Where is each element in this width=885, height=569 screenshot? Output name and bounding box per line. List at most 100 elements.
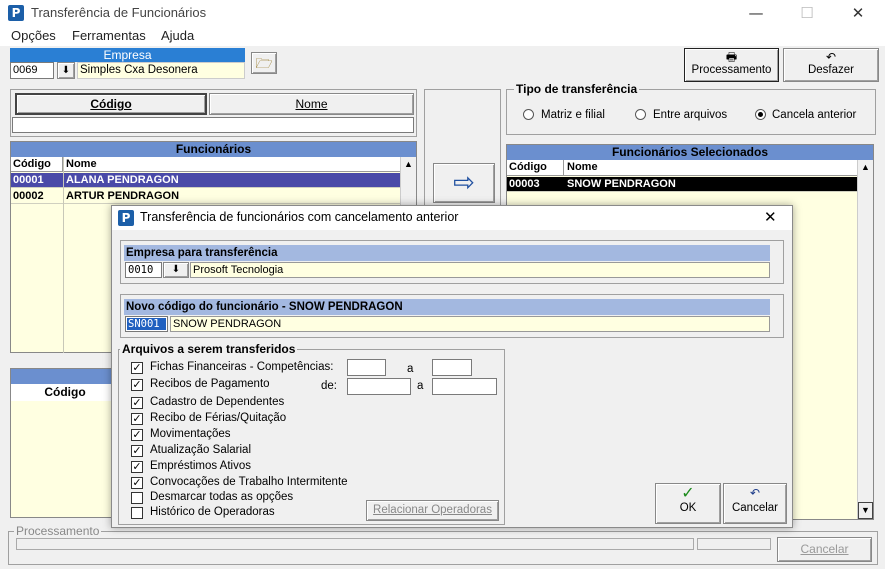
processamento-cancel-label: Cancelar (800, 542, 849, 556)
app-logo-icon: P (8, 5, 24, 21)
desfazer-button[interactable]: ↶ Desfazer (783, 48, 879, 82)
dialog-logo-icon: P (118, 210, 134, 226)
table-row[interactable]: 00003 SNOW PENDRAGON (507, 177, 857, 192)
relacionar-operadoras-button[interactable]: Relacionar Operadoras (366, 500, 499, 521)
row-nome: SNOW PENDRAGON (567, 178, 676, 190)
processamento-title: Processamento (14, 524, 102, 538)
empresa-name-field: Simples Cxa Desonera (77, 62, 245, 79)
tab-codigo[interactable]: Código (15, 93, 207, 115)
checkbox-movimentacoes[interactable]: ✓ (131, 429, 143, 441)
row-codigo: 00003 (509, 178, 540, 190)
novo-codigo-input[interactable]: SN001 (125, 316, 168, 332)
checkbox-movimentacoes-label: Movimentações (150, 428, 231, 440)
tab-nome[interactable]: Nome (209, 93, 414, 115)
novo-codigo-name: SNOW PENDRAGON (170, 316, 770, 332)
desfazer-label: Desfazer (807, 64, 855, 76)
print-gear-icon: 🖶 (725, 50, 738, 64)
cancelar-label: Cancelar (731, 502, 779, 514)
empresa-transfer-header: Empresa para transferência (124, 245, 770, 261)
ok-button[interactable]: ✓ OK (655, 483, 721, 524)
scroll-down-icon[interactable]: ▼ (858, 502, 873, 519)
checkbox-convocacoes-label: Convocações de Trabalho Intermitente (150, 476, 348, 488)
empresa-code-input[interactable]: 0069 (10, 62, 54, 79)
lower-grid: Código (10, 368, 120, 518)
menu-ferramentas[interactable]: Ferramentas (72, 28, 146, 43)
tab-codigo-label: Código (90, 97, 132, 111)
maximize-button[interactable]: ☐ (784, 0, 830, 26)
relacionar-operadoras-label: Relacionar Operadoras (373, 504, 492, 516)
checkbox-dependentes-label: Cadastro de Dependentes (150, 396, 285, 408)
checkbox-desmarcar-label: Desmarcar todas as opções (150, 491, 294, 503)
radio-matriz-filial-label: Matriz e filial (541, 109, 605, 121)
lookup-arrow-icon[interactable]: ⬇ (163, 262, 189, 278)
open-folder-button[interactable]: 🗁 (251, 52, 277, 74)
empresa-label: Empresa (10, 48, 245, 62)
checkbox-historico[interactable] (131, 507, 143, 519)
checkbox-fichas-label: Fichas Financeiras - Competências: (150, 361, 334, 373)
sel-col-codigo-header: Código (507, 160, 564, 175)
title-bar: P Transferência de Funcionários — ☐ ✕ (0, 0, 885, 26)
selecionados-title: Funcionários Selecionados (507, 145, 873, 160)
scroll-up-icon[interactable]: ▲ (858, 160, 873, 175)
processamento-cancel-button[interactable]: Cancelar (777, 537, 872, 562)
competencia-from-input[interactable] (347, 359, 386, 376)
tab-nome-label: Nome (295, 97, 328, 111)
checkbox-atualizacao-label: Atualização Salarial (150, 444, 252, 456)
checkbox-ferias[interactable]: ✓ (131, 413, 143, 425)
empresa-transfer-code-input[interactable]: 0010 (125, 262, 162, 278)
checkbox-recibos-label: Recibos de Pagamento (150, 378, 270, 390)
menu-ajuda[interactable]: Ajuda (161, 28, 194, 43)
table-row[interactable]: 00001 ALANA PENDRAGON (11, 173, 400, 188)
undo-icon: ↶ (825, 50, 837, 64)
dialog-close-button[interactable]: ✕ (764, 208, 777, 226)
column-divider (63, 157, 64, 353)
radio-entre-arquivos[interactable] (635, 109, 646, 120)
checkbox-convocacoes[interactable]: ✓ (131, 477, 143, 489)
close-button[interactable]: ✕ (835, 0, 881, 26)
cancelamento-dialog: P Transferência de funcionários com canc… (111, 205, 793, 528)
menu-opcoes[interactable]: Opções (11, 28, 56, 43)
cancelar-button[interactable]: ↶ Cancelar (723, 483, 787, 524)
recibos-to-input[interactable] (432, 378, 497, 395)
checkbox-emprestimos[interactable]: ✓ (131, 461, 143, 473)
checkbox-dependentes[interactable]: ✓ (131, 397, 143, 409)
selecionados-header: Código Nome (507, 160, 857, 176)
search-input[interactable] (12, 117, 414, 133)
recibos-a-label: a (417, 380, 424, 392)
row-codigo: 00002 (13, 190, 44, 202)
checkbox-ferias-label: Recibo de Férias/Quitação (150, 412, 287, 424)
sel-col-nome-header: Nome (567, 161, 598, 173)
dialog-title-bar: P Transferência de funcionários com canc… (112, 206, 792, 230)
col-nome-header: Nome (66, 158, 97, 170)
row-nome: ARTUR PENDRAGON (66, 190, 180, 202)
lookup-arrow-icon[interactable]: ⬇ (57, 62, 75, 79)
radio-matriz-filial[interactable] (523, 109, 534, 120)
funcionarios-title: Funcionários (11, 142, 416, 157)
selecionados-scrollbar[interactable]: ▲ ▼ (857, 160, 873, 519)
checkbox-fichas[interactable]: ✓ (131, 362, 143, 374)
funcionarios-header: Código Nome (11, 157, 400, 172)
scroll-up-icon[interactable]: ▲ (401, 157, 416, 172)
radio-cancela-anterior[interactable] (755, 109, 766, 120)
novo-codigo-header: Novo código do funcionário - SNOW PENDRA… (124, 299, 770, 315)
minimize-button[interactable]: — (733, 0, 779, 26)
checkbox-emprestimos-label: Empréstimos Ativos (150, 460, 251, 472)
checkbox-recibos[interactable]: ✓ (131, 379, 143, 391)
progress-bar (16, 538, 694, 550)
transfer-button[interactable]: ⇨ (433, 163, 495, 203)
table-row[interactable]: 00002 ARTUR PENDRAGON (11, 189, 400, 204)
checkbox-desmarcar[interactable] (131, 492, 143, 504)
recibos-de-label: de: (321, 380, 337, 392)
window-title: Transferência de Funcionários (31, 5, 207, 20)
radio-cancela-anterior-label: Cancela anterior (772, 109, 857, 121)
lower-grid-head (11, 369, 119, 384)
checkbox-atualizacao[interactable]: ✓ (131, 445, 143, 457)
competencia-a-label: a (407, 363, 414, 375)
radio-entre-arquivos-label: Entre arquivos (653, 109, 728, 121)
row-nome: ALANA PENDRAGON (66, 174, 179, 186)
checkbox-historico-label: Histórico de Operadoras (150, 506, 275, 518)
processamento-button[interactable]: 🖶 Processamento (684, 48, 779, 82)
empresa-transfer-name: Prosoft Tecnologia (190, 262, 770, 278)
recibos-from-input[interactable] (347, 378, 411, 395)
competencia-to-input[interactable] (432, 359, 472, 376)
